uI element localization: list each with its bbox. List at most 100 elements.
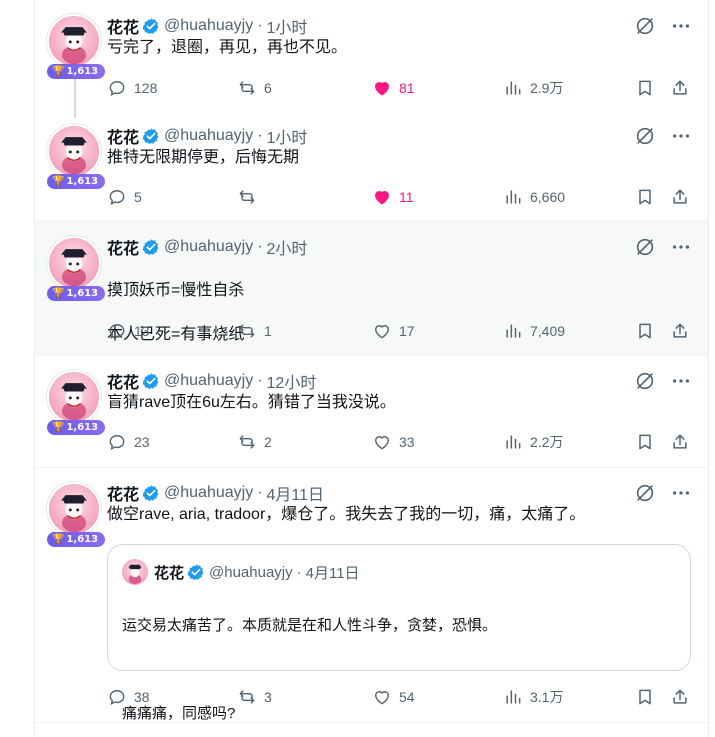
quoted-author-avatar — [122, 559, 148, 585]
tweet-2[interactable]: 🏆 1,613 花花 @huahuayjy · 1小时 推特无限期停更，后悔无期 … — [35, 110, 708, 221]
more-icon[interactable] — [670, 125, 692, 147]
author-avatar[interactable]: 🏆 1,613 — [47, 14, 105, 79]
views-count: 2.2万 — [530, 434, 564, 450]
views-icon — [506, 435, 521, 449]
share-button[interactable] — [670, 186, 690, 208]
tweet-time[interactable]: 4月11日 — [267, 481, 325, 505]
timeline-right-border — [708, 0, 709, 737]
verified-badge-icon — [142, 238, 160, 256]
tweet-content: 花花 @huahuayjy · 2小时 摸顶妖币=慢性自杀 本人已死=有事烧纸 — [107, 236, 692, 368]
trophy-icon: 🏆 — [52, 288, 65, 299]
tweet-time[interactable]: 2小时 — [267, 235, 308, 259]
more-icon[interactable] — [670, 370, 692, 392]
quoted-author-handle: @huahuayjy — [209, 563, 293, 581]
grok-icon[interactable] — [634, 125, 656, 147]
share-button[interactable] — [670, 431, 690, 453]
tweet-time[interactable]: 1小时 — [267, 14, 308, 38]
tweet-header: 花花 @huahuayjy · 1小时 — [107, 125, 692, 147]
views-button[interactable]: 6,660 — [503, 186, 565, 208]
share-icon — [673, 689, 687, 704]
bookmark-button[interactable] — [635, 431, 655, 453]
grok-icon[interactable] — [634, 15, 656, 37]
author-avatar[interactable]: 🏆 1,613 — [47, 236, 105, 301]
author-name[interactable]: 花花 — [107, 481, 139, 505]
like-button[interactable]: 54 — [372, 686, 415, 708]
views-icon — [506, 190, 521, 204]
tweet-actions: 13 1 17 7,409 — [107, 320, 692, 342]
tweet-text: 摸顶妖币=慢性自杀 本人已死=有事烧纸 — [107, 258, 692, 368]
views-button[interactable]: 2.2万 — [503, 431, 563, 453]
quoted-tweet[interactable]: 花花 @huahuayjy · 4月11日 运交易太痛苦了。本质就是在和人性斗争… — [107, 544, 691, 722]
bookmark-icon — [639, 434, 651, 450]
author-name[interactable]: 花花 — [107, 14, 139, 38]
reply-button[interactable]: 38 — [107, 686, 150, 708]
reply-button[interactable]: 13 — [107, 320, 150, 342]
author-handle[interactable]: @huahuayjy — [164, 484, 253, 502]
tweet-3[interactable]: 🏆 1,613 花花 @huahuayjy · 2小时 摸顶妖币=慢性自杀 本人已… — [35, 221, 708, 356]
badge-count: 1,613 — [66, 288, 99, 299]
author-handle[interactable]: @huahuayjy — [164, 17, 253, 35]
reply-count: 5 — [134, 189, 142, 205]
tweet-text-line: 摸顶妖币=慢性自杀 — [107, 282, 245, 299]
author-handle[interactable]: @huahuayjy — [164, 372, 253, 390]
author-name[interactable]: 花花 — [107, 124, 139, 148]
trophy-icon: 🏆 — [52, 422, 65, 433]
tweet-time[interactable]: 12小时 — [267, 369, 317, 393]
quoted-author-name: 花花 — [154, 564, 185, 582]
like-button[interactable]: 81 — [372, 77, 415, 99]
bookmark-button[interactable] — [635, 686, 655, 708]
tweet-time[interactable]: 1小时 — [267, 124, 308, 148]
avatar-image — [47, 236, 101, 290]
like-button[interactable]: 33 — [372, 431, 415, 453]
grok-icon[interactable] — [634, 370, 656, 392]
badge-count: 1,613 — [66, 66, 99, 77]
like-button[interactable]: 11 — [372, 186, 414, 208]
retweet-button[interactable]: 1 — [237, 320, 272, 342]
tweet-top-icons — [634, 370, 692, 392]
more-icon[interactable] — [670, 15, 692, 37]
tweet-text: 亏完了，退圈，再见，再也不见。 — [107, 37, 692, 59]
author-name[interactable]: 花花 — [107, 235, 139, 259]
reply-button[interactable]: 128 — [107, 77, 157, 99]
retweet-count: 3 — [264, 689, 272, 705]
tweet-header: 花花 @huahuayjy · 1小时 — [107, 15, 692, 37]
author-handle[interactable]: @huahuayjy — [164, 238, 253, 256]
share-button[interactable] — [670, 320, 690, 342]
views-count: 2.9万 — [530, 80, 564, 96]
more-icon[interactable] — [670, 482, 692, 504]
bookmark-button[interactable] — [635, 186, 655, 208]
author-avatar[interactable]: 🏆 1,613 — [47, 124, 105, 189]
author-name[interactable]: 花花 — [107, 369, 139, 393]
like-button[interactable]: 17 — [372, 320, 415, 342]
tweet-content: 花花 @huahuayjy · 1小时 亏完了，退圈，再见，再也不见。 — [107, 15, 692, 59]
tweet-text: 推特无限期停更，后悔无期 — [107, 147, 692, 169]
views-button[interactable]: 3.1万 — [503, 686, 563, 708]
share-button[interactable] — [670, 686, 690, 708]
tweet-1[interactable]: 🏆 1,613 花花 @huahuayjy · 1小时 亏完了，退圈，再见，再也不… — [35, 0, 708, 118]
reply-button[interactable]: 23 — [107, 431, 150, 453]
share-button[interactable] — [670, 77, 690, 99]
reply-icon — [109, 190, 125, 205]
author-avatar[interactable]: 🏆 1,613 — [47, 370, 105, 435]
grok-icon[interactable] — [634, 236, 656, 258]
grok-icon[interactable] — [634, 482, 656, 504]
retweet-button[interactable] — [237, 186, 264, 208]
quoted-tweet-text: 运交易太痛苦了。本质就是在和人性斗争，贪婪，恐惧。 痛痛痛，同感吗? — [122, 593, 497, 737]
reply-icon — [109, 324, 125, 339]
author-avatar[interactable]: 🏆 1,613 — [47, 482, 105, 547]
reply-button[interactable]: 5 — [107, 186, 142, 208]
more-icon[interactable] — [670, 236, 692, 258]
views-count: 7,409 — [530, 323, 566, 339]
retweet-button[interactable]: 6 — [237, 77, 272, 99]
views-button[interactable]: 2.9万 — [503, 77, 563, 99]
bookmark-button[interactable] — [635, 320, 655, 342]
tweet-4[interactable]: 🏆 1,613 花花 @huahuayjy · 12小时 盲猜rave顶在6u左右… — [35, 356, 708, 468]
tweet-5[interactable]: 🏆 1,613 花花 @huahuayjy · 4月11日 做空rave, ari… — [35, 468, 708, 723]
bookmark-button[interactable] — [635, 77, 655, 99]
retweet-count: 1 — [264, 323, 272, 339]
retweet-button[interactable]: 3 — [237, 686, 272, 708]
views-icon — [506, 690, 521, 704]
views-button[interactable]: 7,409 — [503, 320, 565, 342]
retweet-button[interactable]: 2 — [237, 431, 272, 453]
author-handle[interactable]: @huahuayjy — [164, 127, 253, 145]
